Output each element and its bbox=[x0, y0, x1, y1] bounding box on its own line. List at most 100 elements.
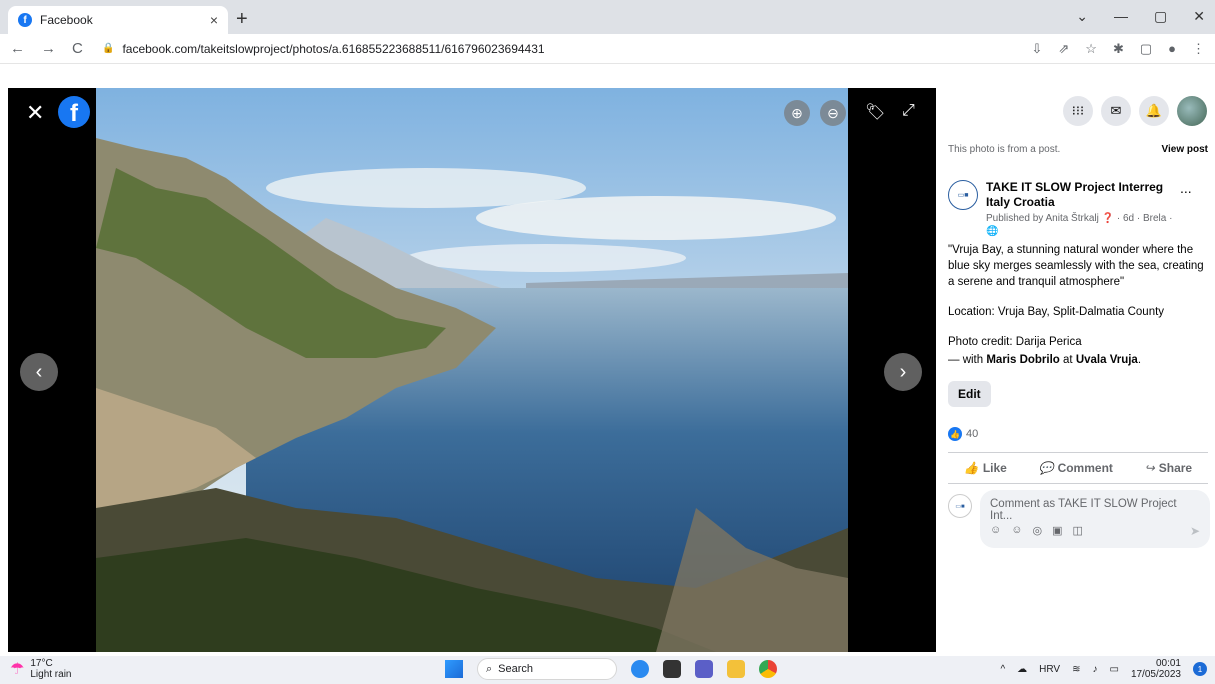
temperature: 17°C bbox=[30, 658, 53, 669]
comment-icon: 💬 bbox=[1038, 461, 1054, 475]
camera-icon[interactable]: ◎ bbox=[1032, 524, 1042, 537]
period-text: . bbox=[1137, 354, 1142, 366]
weather-condition: Light rain bbox=[30, 669, 72, 680]
comment-input[interactable]: Comment as TAKE IT SLOW Project Int... ☺… bbox=[980, 490, 1210, 548]
commenter-avatar[interactable]: ▭■ bbox=[948, 494, 972, 518]
chrome-icon[interactable] bbox=[759, 660, 777, 678]
emoji-icon[interactable]: ☺ bbox=[1011, 524, 1022, 537]
search-label: Search bbox=[498, 663, 534, 675]
share-icon[interactable]: ⇗ bbox=[1058, 41, 1069, 57]
url-text: facebook.com/takeitslowproject/photos/a.… bbox=[122, 41, 545, 56]
landscape-photo-image bbox=[96, 88, 848, 652]
send-icon[interactable]: ➤ bbox=[1190, 524, 1200, 538]
profile-icon[interactable]: ● bbox=[1168, 41, 1176, 57]
sticker-icon[interactable]: ◫ bbox=[1072, 524, 1082, 537]
facebook-favicon-icon: f bbox=[18, 13, 32, 27]
close-window-button[interactable]: ✕ bbox=[1193, 8, 1205, 25]
windows-taskbar: ☂ 17°C Light rain ⌕ Search ^ ☁ HRV ≋ ♪ ▭… bbox=[0, 656, 1215, 684]
tab-close-icon[interactable]: × bbox=[210, 12, 218, 28]
bookmark-star-icon[interactable]: ☆ bbox=[1085, 41, 1097, 57]
weather-icon: ☂ bbox=[10, 661, 25, 678]
menu-kebab-icon[interactable]: ⋮ bbox=[1192, 41, 1205, 57]
like-reaction-icon: 👍 bbox=[948, 427, 962, 441]
share-label: Share bbox=[1158, 461, 1193, 475]
language-indicator[interactable]: HRV bbox=[1039, 664, 1060, 675]
post-meta: Published by Anita Štrkalj ❓ · 6d · Brel… bbox=[986, 212, 1176, 238]
zoom-out-button[interactable]: ⊖ bbox=[820, 100, 846, 126]
tray-expand-icon[interactable]: ^ bbox=[1000, 664, 1005, 675]
taskbar-search[interactable]: ⌕ Search bbox=[477, 658, 617, 680]
notifications-bell-icon[interactable]: 🔔 bbox=[1139, 96, 1169, 126]
page-avatar[interactable]: ▭■ bbox=[948, 180, 978, 210]
tab-search-icon[interactable]: ⌄ bbox=[1076, 8, 1088, 25]
page-name[interactable]: TAKE IT SLOW Project Interreg Italy Croa… bbox=[986, 180, 1176, 210]
messenger-icon[interactable]: ✉ bbox=[1101, 96, 1131, 126]
browser-tab[interactable]: f Facebook × bbox=[8, 6, 228, 34]
back-icon[interactable]: ← bbox=[10, 40, 25, 57]
lock-icon[interactable]: 🔒 bbox=[102, 43, 114, 54]
onedrive-icon[interactable]: ☁ bbox=[1017, 664, 1027, 675]
tab-title: Facebook bbox=[40, 13, 93, 27]
view-post-link[interactable]: View post bbox=[1162, 144, 1209, 155]
extensions-icon[interactable]: ✱ bbox=[1113, 41, 1124, 57]
comment-placeholder: Comment as TAKE IT SLOW Project Int... bbox=[990, 498, 1177, 522]
globe-icon: 🌐 bbox=[986, 226, 999, 237]
next-photo-button[interactable]: › bbox=[884, 353, 922, 391]
photo[interactable] bbox=[96, 88, 848, 652]
reload-icon[interactable]: C bbox=[72, 40, 83, 57]
wifi-icon[interactable]: ≋ bbox=[1072, 664, 1080, 675]
bing-icon[interactable] bbox=[631, 660, 649, 678]
from-post-row: This photo is from a post. View post bbox=[948, 144, 1208, 155]
like-button[interactable]: 👍 Like bbox=[964, 461, 1007, 475]
menu-grid-icon[interactable]: ⁝⁝⁝ bbox=[1063, 96, 1093, 126]
nav-buttons: ← → C bbox=[10, 40, 90, 57]
post-sidebar: ⁝⁝⁝ ✉ 🔔 This photo is from a post. View … bbox=[936, 88, 1215, 652]
photo-viewer: ✕ f ⊕ ⊖ 🏷 ⤢ ‹ › bbox=[8, 88, 936, 652]
weather-widget[interactable]: ☂ 17°C Light rain bbox=[10, 658, 71, 680]
browser-toolbar: ⇩ ⇗ ☆ ✱ ▢ ● ⋮ bbox=[1031, 41, 1205, 57]
previous-photo-button[interactable]: ‹ bbox=[20, 353, 58, 391]
avatar-sticker-icon[interactable]: ☺ bbox=[990, 524, 1001, 537]
more-options-icon[interactable]: ... bbox=[1180, 180, 1192, 238]
post-caption: "Vruja Bay, a stunning natural wonder wh… bbox=[948, 242, 1210, 370]
location-text: Location: Vruja Bay, Split-Dalmatia Coun… bbox=[948, 306, 1165, 318]
profile-avatar[interactable] bbox=[1177, 96, 1207, 126]
comment-composer: ▭■ Comment as TAKE IT SLOW Project Int..… bbox=[948, 490, 1210, 548]
close-viewer-button[interactable]: ✕ bbox=[26, 100, 44, 126]
sidepanel-icon[interactable]: ▢ bbox=[1140, 41, 1152, 57]
teams-chat-icon[interactable] bbox=[695, 660, 713, 678]
credit-text: Photo credit: Darija Perica bbox=[948, 336, 1082, 348]
tag-button[interactable]: 🏷 bbox=[865, 102, 885, 122]
edit-button[interactable]: Edit bbox=[948, 381, 991, 407]
comment-label: Comment bbox=[1057, 461, 1113, 475]
url-field[interactable]: 🔒 facebook.com/takeitslowproject/photos/… bbox=[90, 36, 1031, 62]
volume-icon[interactable]: ♪ bbox=[1092, 664, 1097, 675]
browser-tab-strip: f Facebook × + ⌄ — ▢ ✕ bbox=[0, 0, 1215, 34]
install-app-icon[interactable]: ⇩ bbox=[1031, 41, 1042, 57]
comment-button[interactable]: 💬 Comment bbox=[1039, 461, 1113, 475]
post-actions: 👍 Like 💬 Comment ↪ Share bbox=[948, 452, 1208, 484]
windows-start-icon[interactable] bbox=[445, 660, 463, 678]
gif-icon[interactable]: ▣ bbox=[1052, 524, 1062, 537]
fullscreen-button[interactable]: ⤢ bbox=[902, 102, 915, 120]
place-link[interactable]: Uvala Vruja bbox=[1076, 354, 1138, 366]
comment-tools: ☺ ☺ ◎ ▣ ◫ bbox=[990, 524, 1083, 537]
facebook-logo-icon[interactable]: f bbox=[58, 96, 90, 128]
search-icon: ⌕ bbox=[486, 662, 493, 675]
notification-badge[interactable]: 1 bbox=[1193, 662, 1207, 676]
share-button[interactable]: ↪ Share bbox=[1145, 461, 1192, 475]
forward-icon[interactable]: → bbox=[41, 40, 56, 57]
clock[interactable]: 00:01 17/05/2023 bbox=[1131, 658, 1181, 680]
zoom-in-button[interactable]: ⊕ bbox=[784, 100, 810, 126]
maximize-button[interactable]: ▢ bbox=[1154, 8, 1167, 25]
tagged-person-link[interactable]: Maris Dobrilo bbox=[986, 354, 1059, 366]
task-view-icon[interactable] bbox=[663, 660, 681, 678]
new-tab-button[interactable]: + bbox=[236, 8, 248, 31]
file-explorer-icon[interactable] bbox=[727, 660, 745, 678]
battery-icon[interactable]: ▭ bbox=[1109, 664, 1118, 675]
window-controls: ⌄ — ▢ ✕ bbox=[1076, 8, 1205, 25]
minimize-button[interactable]: — bbox=[1114, 8, 1128, 25]
address-bar-row: ← → C 🔒 facebook.com/takeitslowproject/p… bbox=[0, 34, 1215, 64]
system-tray: ^ ☁ HRV ≋ ♪ ▭ 00:01 17/05/2023 1 bbox=[1000, 658, 1207, 680]
reactions[interactable]: 👍 40 bbox=[948, 427, 978, 441]
